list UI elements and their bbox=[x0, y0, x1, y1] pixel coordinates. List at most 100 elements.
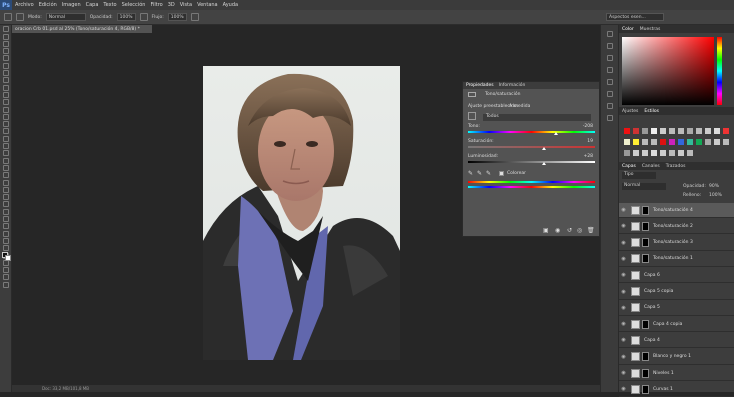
eye-icon[interactable]: ◉ bbox=[619, 321, 628, 327]
menu-3[interactable]: Capa bbox=[86, 2, 99, 8]
panel-toggle-icon[interactable] bbox=[606, 43, 613, 49]
lightness-value[interactable]: +28 bbox=[584, 154, 594, 159]
tool-icon[interactable] bbox=[2, 113, 9, 120]
panel-toggle-icon[interactable] bbox=[606, 91, 613, 97]
preset-select[interactable]: A medida bbox=[509, 104, 530, 109]
tool-icon[interactable] bbox=[2, 274, 9, 281]
eyedropper-plus-icon[interactable]: ✎ bbox=[477, 170, 482, 177]
layer-row[interactable]: ◉ Tono/saturación 1 bbox=[619, 252, 734, 267]
style-swatch[interactable] bbox=[659, 138, 666, 145]
panel-toggle-icon[interactable] bbox=[606, 115, 613, 121]
tool-icon[interactable] bbox=[2, 164, 9, 171]
style-swatch[interactable] bbox=[650, 138, 657, 145]
tool-icon[interactable] bbox=[2, 26, 9, 33]
colorize-checkbox[interactable] bbox=[499, 171, 504, 176]
style-swatch[interactable] bbox=[704, 138, 711, 145]
color-picker-field[interactable] bbox=[622, 37, 714, 105]
clip-to-layer-icon[interactable]: ▣ bbox=[543, 227, 549, 234]
style-swatch[interactable] bbox=[650, 149, 657, 156]
style-swatch[interactable] bbox=[677, 127, 684, 134]
style-swatch[interactable] bbox=[713, 138, 720, 145]
layer-row[interactable]: ◉ Capa 5 copia bbox=[619, 285, 734, 300]
layer-fill-value[interactable]: 100% bbox=[709, 193, 722, 198]
style-swatch[interactable] bbox=[632, 138, 639, 145]
style-swatch[interactable] bbox=[695, 127, 702, 134]
tool-icon[interactable] bbox=[2, 99, 9, 106]
saturation-slider-thumb[interactable] bbox=[542, 147, 547, 150]
tab-adjustments[interactable]: Ajustes bbox=[622, 109, 638, 114]
airbrush-icon[interactable] bbox=[190, 13, 199, 21]
style-swatch[interactable] bbox=[623, 127, 630, 134]
style-swatch[interactable] bbox=[704, 127, 711, 134]
menu-9[interactable]: Ventana bbox=[197, 2, 218, 8]
style-swatch[interactable] bbox=[686, 127, 693, 134]
home-icon[interactable] bbox=[4, 13, 12, 21]
tool-icon[interactable] bbox=[2, 48, 9, 55]
panel-toggle-icon[interactable] bbox=[606, 67, 613, 73]
eye-icon[interactable]: ◉ bbox=[619, 272, 628, 278]
opacity-field[interactable]: 100% bbox=[116, 13, 136, 21]
style-swatch[interactable] bbox=[686, 138, 693, 145]
reset-icon[interactable]: ↺ bbox=[567, 227, 572, 234]
style-swatch[interactable] bbox=[623, 149, 630, 156]
style-swatch[interactable] bbox=[632, 149, 639, 156]
tool-icon[interactable] bbox=[2, 245, 9, 252]
workspace-select[interactable]: Aspectos esen... bbox=[606, 13, 664, 21]
tool-icon[interactable] bbox=[2, 143, 9, 150]
tab-properties[interactable]: Propiedades bbox=[466, 83, 494, 88]
style-swatch[interactable] bbox=[641, 149, 648, 156]
layer-row[interactable]: ◉ Tono/saturación 2 bbox=[619, 219, 734, 235]
eye-icon[interactable]: ◉ bbox=[619, 240, 628, 246]
hue-slider-thumb[interactable] bbox=[553, 132, 558, 135]
layer-row[interactable]: ◉ Capa 6 bbox=[619, 268, 734, 284]
style-swatch[interactable] bbox=[641, 127, 648, 134]
tab-channels[interactable]: Canales bbox=[642, 164, 660, 169]
layer-row[interactable]: ◉ Niveles 1 bbox=[619, 366, 734, 381]
style-swatch[interactable] bbox=[659, 149, 666, 156]
tool-icon[interactable] bbox=[2, 106, 9, 113]
style-swatch[interactable] bbox=[686, 149, 693, 156]
tool-icon[interactable] bbox=[2, 128, 9, 135]
delete-icon[interactable]: 🗑 bbox=[587, 227, 595, 234]
hue-strip[interactable] bbox=[717, 37, 722, 105]
tool-icon[interactable] bbox=[2, 77, 9, 84]
menu-7[interactable]: 3D bbox=[168, 2, 175, 8]
layer-row[interactable]: ◉ Tono/saturación 4 bbox=[619, 203, 734, 218]
lightness-slider-thumb[interactable] bbox=[542, 162, 547, 165]
tool-icon[interactable] bbox=[2, 201, 9, 208]
style-swatch[interactable] bbox=[623, 138, 630, 145]
tool-icon[interactable] bbox=[2, 267, 9, 274]
menu-5[interactable]: Selección bbox=[122, 2, 146, 8]
tab-color[interactable]: Color bbox=[622, 27, 634, 32]
tool-icon[interactable] bbox=[2, 223, 9, 230]
view-previous-icon[interactable]: ◉ bbox=[555, 227, 560, 234]
menu-6[interactable]: Filtro bbox=[150, 2, 162, 8]
layer-row[interactable]: ◉ Tono/saturación 3 bbox=[619, 236, 734, 251]
document-tab[interactable]: oracion Crb 01.psd al 25% (Tono/saturaci… bbox=[12, 25, 152, 33]
menu-10[interactable]: Ayuda bbox=[223, 2, 238, 8]
style-swatch[interactable] bbox=[632, 127, 639, 134]
panel-toggle-icon[interactable] bbox=[606, 79, 613, 85]
style-swatch[interactable] bbox=[722, 127, 729, 134]
tool-icon[interactable] bbox=[2, 121, 9, 128]
style-swatch[interactable] bbox=[668, 149, 675, 156]
menu-0[interactable]: Archivo bbox=[15, 2, 34, 8]
background-color-swatch[interactable] bbox=[5, 255, 11, 261]
layer-row[interactable]: ◉ Blanco y negro 1 bbox=[619, 350, 734, 365]
menu-1[interactable]: Edición bbox=[39, 2, 57, 8]
hue-value[interactable]: -208 bbox=[583, 124, 593, 129]
tool-icon[interactable] bbox=[2, 172, 9, 179]
eye-icon[interactable]: ◉ bbox=[619, 223, 628, 229]
layer-row[interactable]: ◉ Curvas 1 bbox=[619, 382, 734, 397]
tool-icon[interactable] bbox=[2, 186, 9, 193]
tool-icon[interactable] bbox=[2, 62, 9, 69]
tab-paths[interactable]: Trazados bbox=[666, 164, 686, 169]
brush-preset-icon[interactable] bbox=[16, 13, 24, 21]
style-swatch[interactable] bbox=[695, 138, 702, 145]
tool-icon[interactable] bbox=[2, 135, 9, 142]
saturation-slider-track[interactable] bbox=[468, 146, 595, 148]
eye-icon[interactable]: ◉ bbox=[619, 354, 628, 360]
panel-toggle-icon[interactable] bbox=[606, 55, 613, 61]
menu-2[interactable]: Imagen bbox=[62, 2, 81, 8]
targeted-adjust-icon[interactable] bbox=[468, 112, 476, 120]
